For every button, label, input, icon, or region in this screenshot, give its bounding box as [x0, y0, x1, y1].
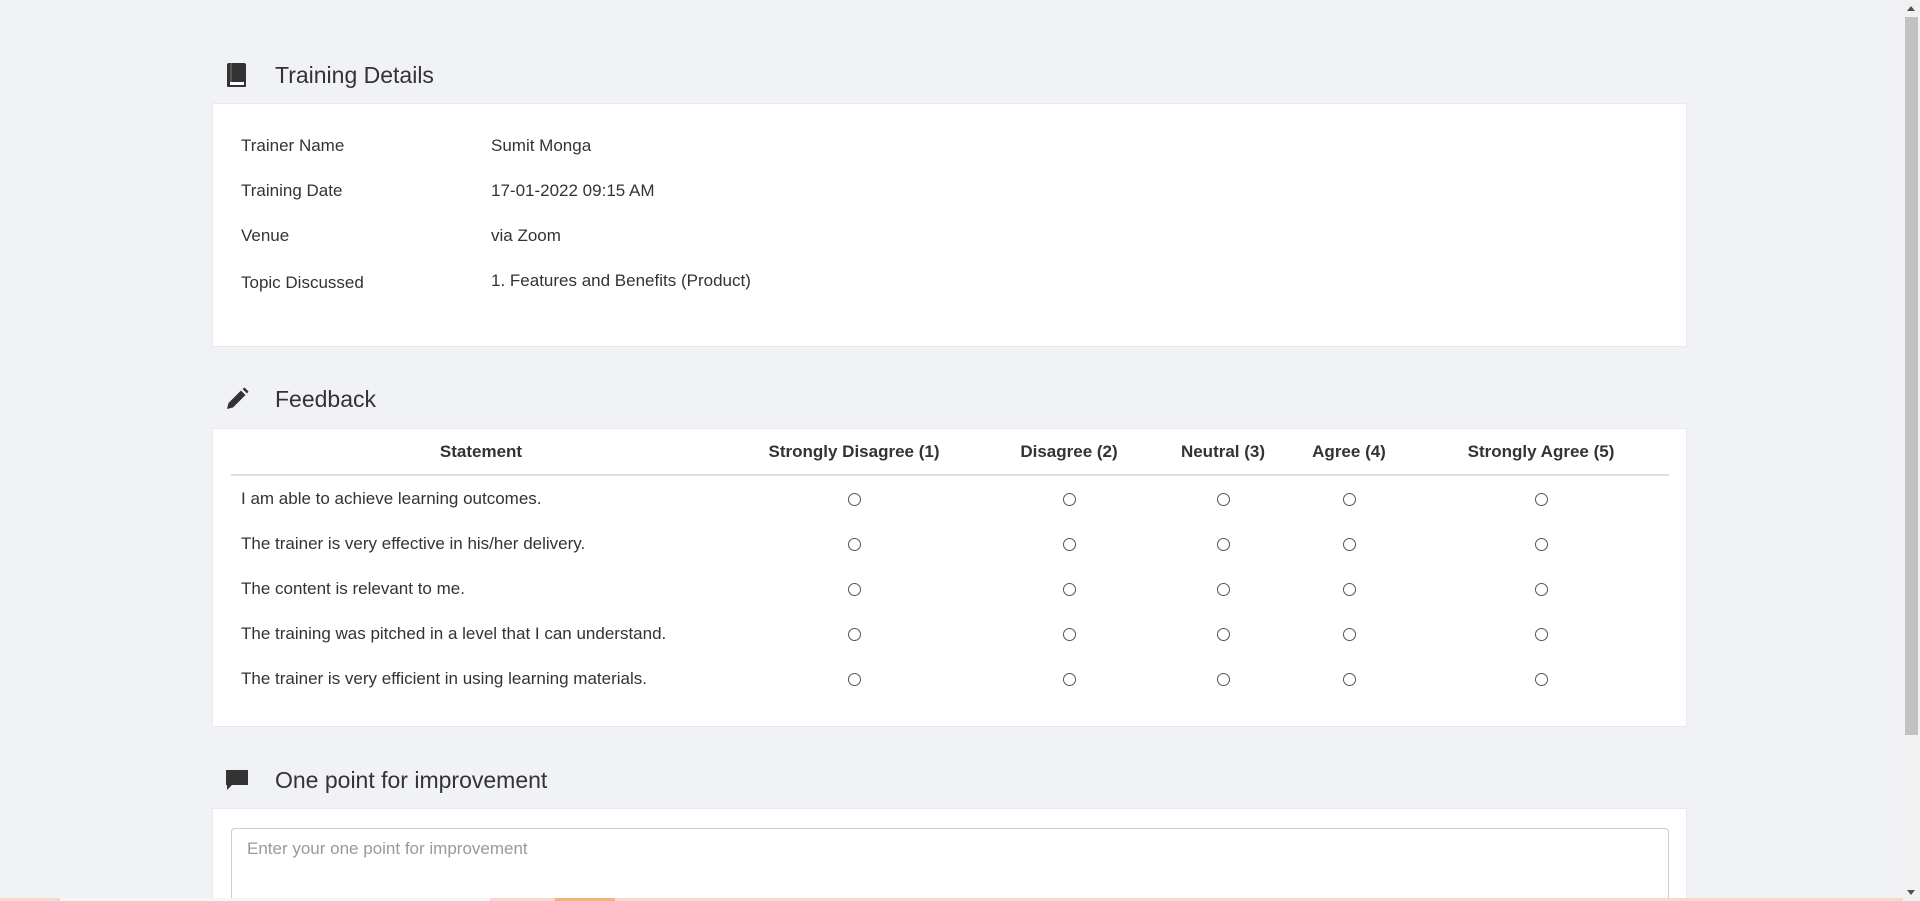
- rating-cell: [977, 475, 1161, 521]
- page: Training Details Trainer Name Sumit Mong…: [0, 0, 1920, 901]
- training-details-heading: Training Details: [212, 55, 434, 95]
- table-row: The trainer is very effective in his/her…: [231, 521, 1669, 566]
- rating-cell: [1161, 611, 1285, 656]
- rating-cell: [1413, 475, 1669, 521]
- trainer-name-value: Sumit Monga: [491, 136, 592, 155]
- table-row: The training was pitched in a level that…: [231, 611, 1669, 656]
- radio-neutral[interactable]: [1216, 672, 1230, 686]
- venue-value: via Zoom: [491, 226, 561, 245]
- rating-cell: [1161, 475, 1285, 521]
- rating-cell: [1161, 521, 1285, 566]
- improvement-heading: One point for improvement: [212, 760, 547, 800]
- improvement-textarea[interactable]: [231, 828, 1669, 901]
- training-details-card: Trainer Name Sumit Monga Training Date 1…: [212, 103, 1687, 347]
- radio-neutral[interactable]: [1216, 537, 1230, 551]
- radio-strongly-disagree[interactable]: [847, 627, 861, 641]
- radio-agree[interactable]: [1342, 537, 1356, 551]
- topic-discussed-label: Topic Discussed: [241, 273, 364, 292]
- rating-cell: [1413, 656, 1669, 701]
- radio-strongly-disagree[interactable]: [847, 492, 861, 506]
- improvement-title: One point for improvement: [275, 766, 548, 793]
- rating-cell: [731, 611, 977, 656]
- column-header-statement: Statement: [231, 429, 731, 476]
- radio-agree[interactable]: [1342, 582, 1356, 596]
- training-details-title: Training Details: [275, 61, 434, 88]
- statement-cell: The training was pitched in a level that…: [241, 623, 667, 643]
- column-header-agree: Agree (4): [1285, 429, 1413, 476]
- radio-neutral[interactable]: [1216, 627, 1230, 641]
- radio-disagree[interactable]: [1062, 627, 1076, 641]
- radio-strongly-disagree[interactable]: [847, 582, 861, 596]
- statement-cell: I am able to achieve learning outcomes.: [241, 488, 542, 508]
- scrollbar-thumb[interactable]: [1905, 17, 1918, 735]
- rating-cell: [977, 521, 1161, 566]
- radio-neutral[interactable]: [1216, 492, 1230, 506]
- scroll-up-arrow-icon[interactable]: [1907, 6, 1915, 11]
- rating-cell: [731, 566, 977, 611]
- radio-strongly-agree[interactable]: [1534, 627, 1548, 641]
- improvement-card: [212, 808, 1687, 901]
- page-scrollbar[interactable]: [1903, 0, 1920, 901]
- table-row: The content is relevant to me.: [231, 566, 1669, 611]
- statement-cell: The trainer is very effective in his/her…: [241, 533, 586, 553]
- rating-cell: [1285, 611, 1413, 656]
- feedback-heading: Feedback: [212, 379, 376, 419]
- rating-cell: [977, 566, 1161, 611]
- feedback-header-row: Statement Strongly Disagree (1) Disagree…: [231, 429, 1669, 476]
- rating-cell: [1285, 521, 1413, 566]
- rating-cell: [731, 475, 977, 521]
- rating-cell: [1285, 475, 1413, 521]
- feedback-table: Statement Strongly Disagree (1) Disagree…: [231, 429, 1669, 701]
- trainer-name-label: Trainer Name: [241, 136, 345, 155]
- radio-agree[interactable]: [1342, 627, 1356, 641]
- column-header-strongly-disagree: Strongly Disagree (1): [731, 429, 977, 476]
- radio-disagree[interactable]: [1062, 492, 1076, 506]
- rating-cell: [977, 656, 1161, 701]
- rating-cell: [1413, 521, 1669, 566]
- radio-strongly-agree[interactable]: [1534, 537, 1548, 551]
- pencil-icon: [222, 384, 252, 414]
- radio-strongly-agree[interactable]: [1534, 672, 1548, 686]
- statement-cell: The content is relevant to me.: [241, 578, 465, 598]
- radio-disagree[interactable]: [1062, 537, 1076, 551]
- radio-disagree[interactable]: [1062, 672, 1076, 686]
- venue-label: Venue: [241, 226, 290, 245]
- radio-agree[interactable]: [1342, 672, 1356, 686]
- radio-agree[interactable]: [1342, 492, 1356, 506]
- rating-cell: [1161, 656, 1285, 701]
- table-row: I am able to achieve learning outcomes.: [231, 475, 1669, 521]
- book-icon: [222, 60, 252, 90]
- rating-cell: [1413, 611, 1669, 656]
- feedback-title: Feedback: [275, 385, 377, 412]
- table-row: The trainer is very efficient in using l…: [231, 656, 1669, 701]
- scroll-down-arrow-icon[interactable]: [1907, 890, 1915, 895]
- topic-discussed-value: 1. Features and Benefits (Product): [491, 271, 751, 290]
- rating-cell: [1413, 566, 1669, 611]
- training-date-label: Training Date: [241, 181, 343, 200]
- column-header-strongly-agree: Strongly Agree (5): [1413, 429, 1669, 476]
- radio-neutral[interactable]: [1216, 582, 1230, 596]
- radio-disagree[interactable]: [1062, 582, 1076, 596]
- rating-cell: [1285, 656, 1413, 701]
- radio-strongly-agree[interactable]: [1534, 582, 1548, 596]
- radio-strongly-disagree[interactable]: [847, 537, 861, 551]
- comment-icon: [222, 765, 252, 795]
- rating-cell: [1161, 566, 1285, 611]
- column-header-neutral: Neutral (3): [1161, 429, 1285, 476]
- feedback-card: Statement Strongly Disagree (1) Disagree…: [212, 428, 1687, 727]
- rating-cell: [731, 521, 977, 566]
- radio-strongly-agree[interactable]: [1534, 492, 1548, 506]
- radio-strongly-disagree[interactable]: [847, 672, 861, 686]
- rating-cell: [977, 611, 1161, 656]
- training-date-value: 17-01-2022 09:15 AM: [491, 181, 655, 200]
- statement-cell: The trainer is very efficient in using l…: [241, 668, 647, 688]
- column-header-disagree: Disagree (2): [977, 429, 1161, 476]
- rating-cell: [731, 656, 977, 701]
- rating-cell: [1285, 566, 1413, 611]
